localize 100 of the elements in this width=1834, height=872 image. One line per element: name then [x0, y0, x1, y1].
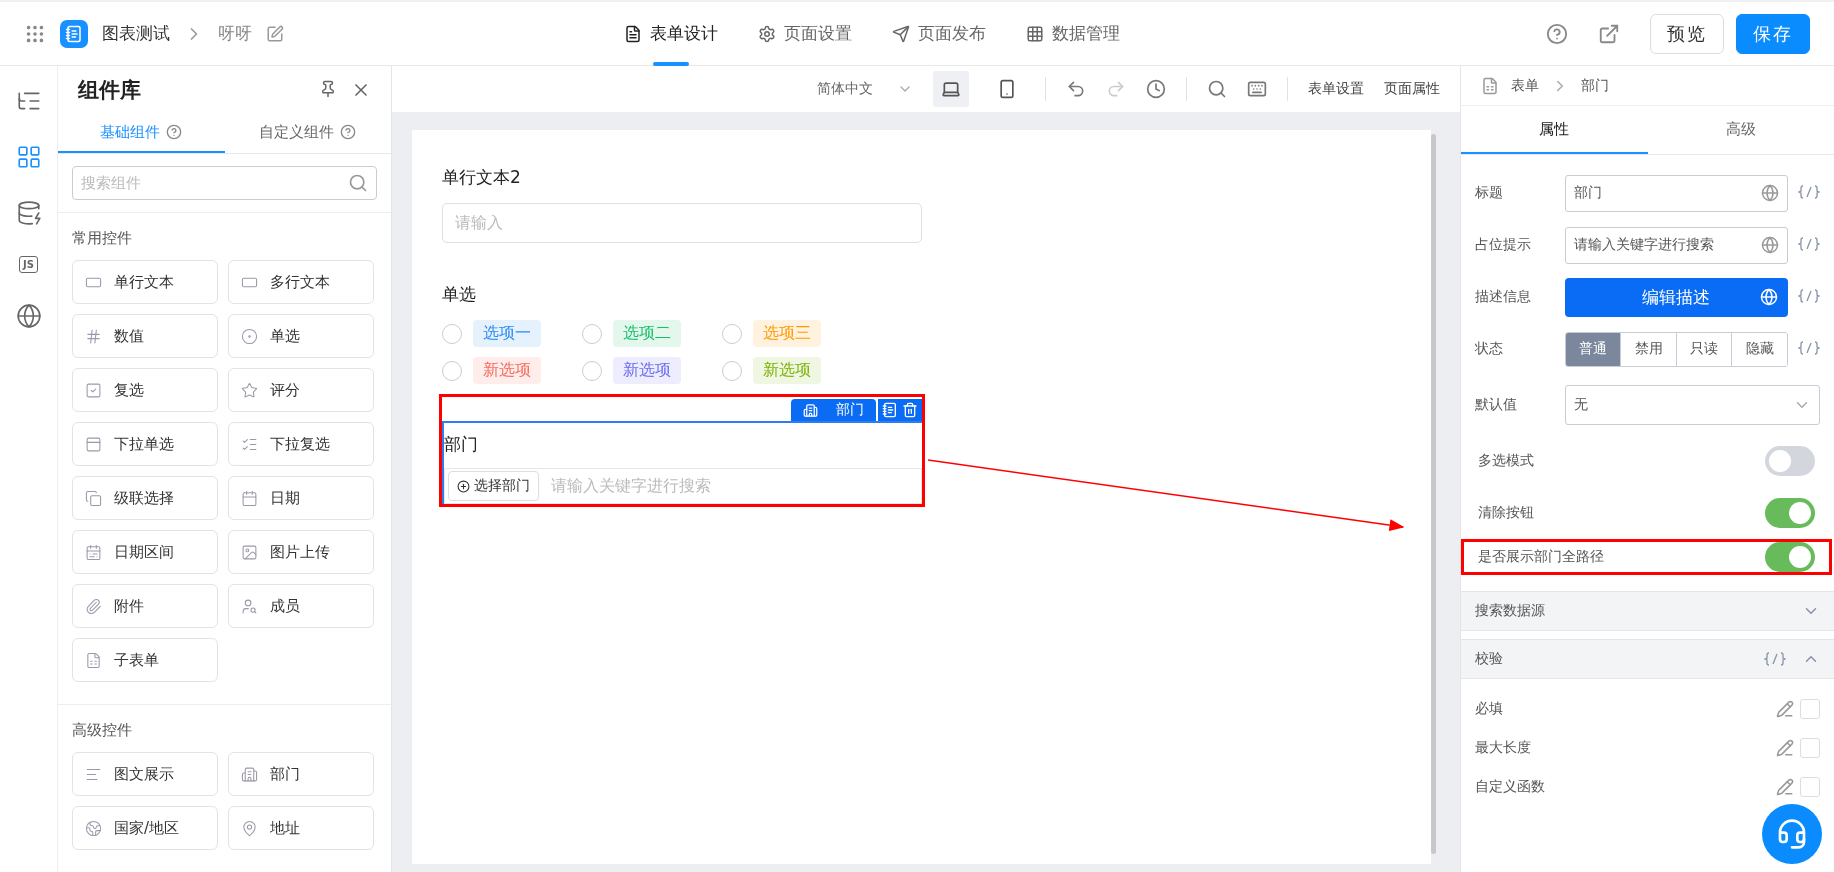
search-icon — [348, 173, 368, 194]
nav-tab[interactable]: 数据管理 — [1026, 1, 1120, 66]
property-tab[interactable]: 属性 — [1461, 106, 1648, 154]
keyboard-icon[interactable] — [1247, 79, 1267, 99]
option-tag: 选项二 — [613, 320, 681, 347]
checkbox[interactable] — [1800, 698, 1820, 719]
toggle-switch[interactable] — [1765, 446, 1815, 476]
globe-icon — [1760, 288, 1778, 306]
edit-icon[interactable] — [1776, 699, 1794, 718]
toolbar-link[interactable]: 页面属性 — [1384, 80, 1440, 98]
component-item[interactable]: 单行文本 — [72, 260, 218, 304]
edit-icon[interactable] — [266, 24, 284, 43]
component-item[interactable]: 下拉复选 — [228, 422, 374, 466]
breadcrumb-item: 部门 — [1581, 76, 1609, 95]
component-item[interactable]: 评分 — [228, 368, 374, 412]
component-item[interactable]: 地址 — [228, 806, 374, 850]
code-icon[interactable] — [1764, 651, 1786, 667]
select-department-button[interactable]: 选择部门 — [448, 471, 539, 501]
nav-tab[interactable]: 表单设计 — [624, 1, 718, 66]
component-item[interactable]: 日期 — [228, 476, 374, 520]
component-item[interactable]: 多行文本 — [228, 260, 374, 304]
option-tag: 选项三 — [753, 320, 821, 347]
grid-icon — [1026, 24, 1044, 43]
checkbox-icon — [85, 381, 102, 399]
component-item[interactable]: 图片上传 — [228, 530, 374, 574]
checkbox[interactable] — [1800, 737, 1820, 758]
toggle-switch[interactable] — [1765, 542, 1815, 572]
support-button[interactable] — [1762, 804, 1822, 864]
document-icon — [624, 24, 642, 43]
external-link-icon[interactable] — [1598, 22, 1620, 45]
component-item[interactable]: 单选 — [228, 314, 374, 358]
status-option[interactable]: 普通 — [1565, 332, 1621, 366]
paperclip-icon — [85, 597, 102, 615]
property-input[interactable]: 请输入关键字进行搜索 — [1564, 226, 1788, 264]
components-icon[interactable] — [15, 144, 42, 170]
help-icon[interactable] — [1546, 22, 1568, 45]
component-item[interactable]: 附件 — [72, 584, 218, 628]
edit-description-button[interactable]: 编辑描述 — [1564, 277, 1788, 317]
section-header[interactable]: 校验 — [1461, 639, 1834, 679]
globe-icon[interactable] — [1761, 184, 1779, 202]
nav-tab[interactable]: 页面设置 — [758, 1, 852, 66]
component-item[interactable]: 日期区间 — [72, 530, 218, 574]
radio-icon — [241, 327, 258, 345]
toggle-switch[interactable] — [1765, 498, 1815, 528]
building-icon — [803, 402, 818, 418]
dropdown-icon — [85, 435, 102, 453]
laptop-icon[interactable] — [933, 71, 969, 107]
property-label: 占位提示 — [1475, 236, 1532, 254]
section-header[interactable]: 搜索数据源 — [1461, 591, 1834, 631]
select-value: 无 — [1573, 396, 1588, 414]
pin-icon[interactable] — [319, 79, 337, 98]
library-tab[interactable]: 自定义组件 — [224, 113, 391, 154]
language-select[interactable]: 简体中文 — [817, 80, 913, 98]
history-icon[interactable] — [1146, 79, 1166, 99]
placeholder-text: 请输入关键字进行搜索 — [551, 475, 711, 497]
globe-icon[interactable] — [15, 303, 42, 329]
number-icon — [85, 327, 102, 345]
calendar-icon — [241, 489, 258, 507]
search-icon[interactable] — [1207, 79, 1227, 99]
property-tab[interactable]: 高级 — [1647, 106, 1834, 154]
data-icon[interactable] — [15, 200, 42, 226]
component-item[interactable]: 下拉单选 — [72, 422, 218, 466]
user-icon — [241, 597, 258, 615]
component-item[interactable]: 子表单 — [72, 638, 218, 682]
option-tag: 新选项 — [613, 357, 681, 384]
redo-icon[interactable] — [1106, 79, 1126, 99]
component-item[interactable]: 部门 — [228, 752, 374, 796]
component-item[interactable]: 图文展示 — [72, 752, 218, 796]
nav-tab[interactable]: 页面发布 — [892, 1, 986, 66]
rule-label: 最大长度 — [1475, 738, 1532, 757]
edit-icon[interactable] — [1776, 738, 1794, 757]
component-item[interactable]: 级联选择 — [72, 476, 218, 520]
edit-icon[interactable] — [1776, 777, 1794, 796]
option-tag: 新选项 — [473, 357, 541, 384]
js-button[interactable]: JS — [19, 256, 38, 273]
app-logo — [60, 19, 88, 48]
plus-icon — [457, 479, 470, 493]
component-item[interactable]: 国家/地区 — [72, 806, 218, 850]
field-label: 单行文本2 — [442, 166, 522, 189]
option-tag: 选项一 — [473, 320, 541, 347]
help-icon — [340, 124, 357, 141]
property-label: 默认值 — [1475, 396, 1518, 414]
trash-icon[interactable] — [902, 402, 918, 418]
breadcrumb-item[interactable]: 表单 — [1511, 76, 1539, 95]
component-item[interactable]: 成员 — [228, 584, 374, 628]
default-value-select[interactable]: 无 — [1564, 385, 1820, 425]
checkbox[interactable] — [1800, 776, 1820, 797]
globe-icon[interactable] — [1761, 236, 1779, 254]
component-item[interactable]: 复选 — [72, 368, 218, 412]
preview-button[interactable]: 预览 — [1650, 13, 1724, 54]
toolbar-link[interactable]: 表单设置 — [1308, 80, 1364, 98]
status-option[interactable]: 隐藏 — [1731, 332, 1787, 366]
component-item[interactable]: 数值 — [72, 314, 218, 358]
property-input[interactable]: 部门 — [1564, 174, 1788, 212]
rule-label: 自定义函数 — [1475, 777, 1546, 796]
property-label: 状态 — [1475, 340, 1504, 358]
group-title: 常用控件 — [72, 229, 133, 248]
help-icon — [166, 124, 183, 141]
department-input[interactable]: 选择部门 请输入关键字进行搜索 — [444, 468, 922, 504]
undo-icon[interactable] — [1066, 79, 1086, 99]
